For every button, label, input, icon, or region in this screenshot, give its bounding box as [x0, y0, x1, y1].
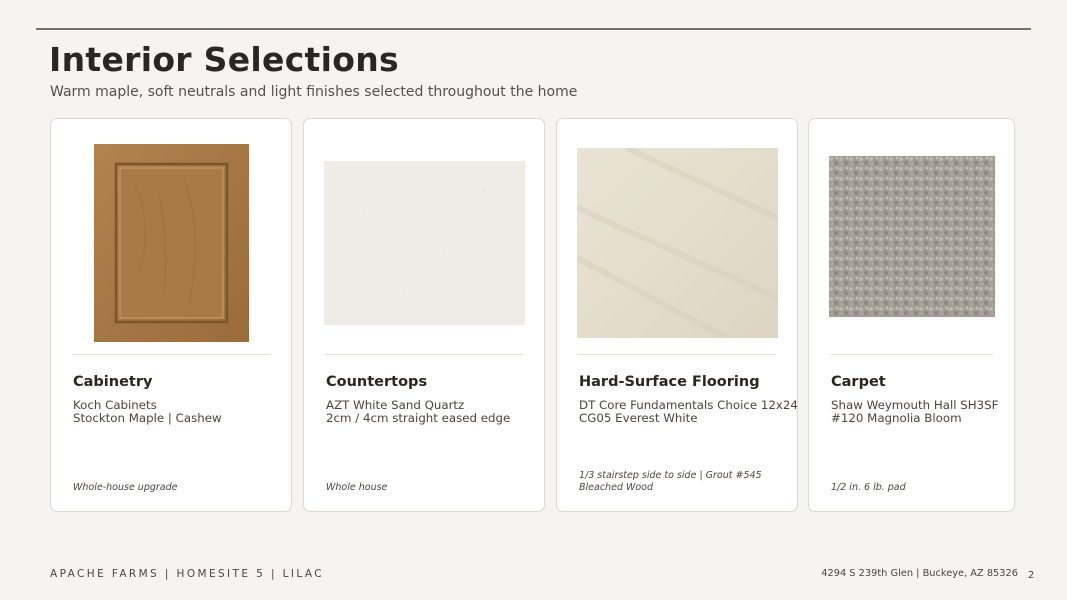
- cabinet-door-swatch: [94, 144, 249, 342]
- page-subtitle: Warm maple, soft neutrals and light fini…: [50, 84, 578, 100]
- product-detail: #120 Magnolia Bloom: [831, 411, 962, 425]
- carpet-swatch: [829, 156, 995, 317]
- card-heading: Hard-Surface Flooring: [579, 374, 760, 390]
- top-rule: [36, 28, 1031, 30]
- selection-card-countertops: Countertops AZT White Sand Quartz 2cm / …: [303, 118, 545, 512]
- card-divider: [830, 354, 993, 355]
- product-detail: CG05 Everest White: [579, 411, 698, 425]
- product-name: DT Core Fundamentals Choice 12x24: [579, 398, 798, 412]
- card-divider: [578, 354, 776, 355]
- address-footer: 4294 S 239th Glen | Buckeye, AZ 85326: [821, 568, 1018, 579]
- card-note-continued: Bleached Wood: [579, 482, 654, 493]
- product-name: AZT White Sand Quartz: [326, 398, 465, 412]
- product-name: Shaw Weymouth Hall SH3SF: [831, 398, 999, 412]
- card-note: 1/3 stairstep side to side | Grout #545: [579, 470, 762, 481]
- page-number: 2: [1028, 570, 1035, 581]
- card-heading: Carpet: [831, 374, 886, 390]
- card-note: Whole-house upgrade: [73, 482, 178, 493]
- card-divider: [325, 354, 523, 355]
- card-heading: Cabinetry: [73, 374, 153, 390]
- tile-swatch: [577, 148, 778, 338]
- quartz-swatch: [324, 161, 525, 325]
- card-note: 1/2 in. 6 lb. pad: [831, 482, 906, 493]
- community-footer: APACHE FARMS | HOMESITE 5 | LILAC: [50, 568, 324, 580]
- card-heading: Countertops: [326, 374, 428, 390]
- card-note: Whole house: [326, 482, 388, 493]
- selection-card-flooring: Hard-Surface Flooring DT Core Fundamenta…: [556, 118, 798, 512]
- product-detail: 2cm / 4cm straight eased edge: [326, 411, 511, 425]
- card-divider: [72, 354, 270, 355]
- selection-card-carpet: Carpet Shaw Weymouth Hall SH3SF #120 Mag…: [808, 118, 1015, 512]
- page-title: Interior Selections: [49, 40, 399, 79]
- selection-card-cabinetry: Cabinetry Koch Cabinets Stockton Maple |…: [50, 118, 292, 512]
- product-detail: Stockton Maple | Cashew: [73, 411, 222, 425]
- product-name: Koch Cabinets: [73, 398, 157, 412]
